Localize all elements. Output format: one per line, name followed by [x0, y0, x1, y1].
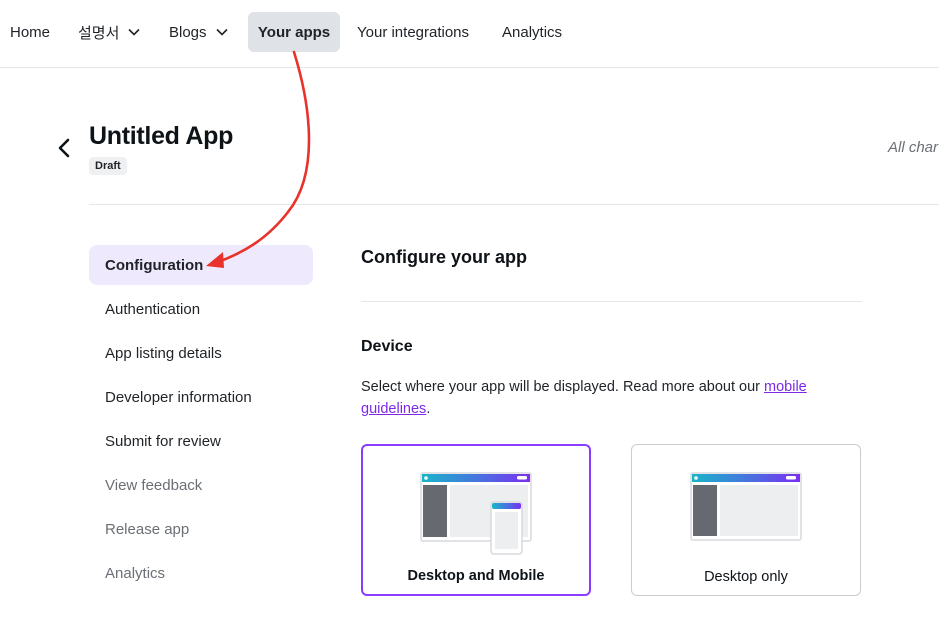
sidebar-item-label: View feedback	[105, 476, 203, 494]
sidebar-item-app-listing-details[interactable]: App listing details	[89, 333, 313, 373]
nav-docs-label: 설명서	[78, 24, 120, 42]
device-heading: Device	[361, 338, 413, 355]
sidebar-item-analytics[interactable]: Analytics	[89, 553, 313, 593]
sidebar-item-label: Developer information	[105, 388, 252, 406]
sidebar-item-view-feedback[interactable]: View feedback	[89, 465, 313, 505]
nav-analytics-label: Analytics	[502, 23, 563, 41]
nav-docs[interactable]: 설명서	[68, 12, 151, 52]
sidebar-item-submit-for-review[interactable]: Submit for review	[89, 421, 313, 461]
sidebar-item-label: Analytics	[105, 564, 166, 582]
top-navigation: Home 설명서 Blogs Your apps Your integratio…	[0, 0, 939, 68]
sidebar-item-release-app[interactable]: Release app	[89, 509, 313, 549]
device-description-text: Select where your app will be displayed.…	[361, 379, 765, 395]
sidebar-item-developer-information[interactable]: Developer information	[89, 377, 313, 417]
sidebar-item-configuration[interactable]: Configuration	[89, 245, 313, 285]
sidebar-item-label: Authentication	[105, 300, 201, 318]
nav-your-apps[interactable]: Your apps	[248, 12, 340, 52]
status-badge: Draft	[89, 157, 127, 175]
device-description: Select where your app will be displayed.…	[361, 376, 861, 420]
section-divider	[361, 301, 862, 302]
nav-home-label: Home	[10, 23, 51, 41]
header-note: All char	[888, 139, 939, 156]
back-arrow-icon[interactable]	[54, 136, 74, 160]
nav-home[interactable]: Home	[0, 12, 60, 52]
device-option-desktop-only[interactable]: Desktop only	[631, 444, 861, 596]
sidebar-item-label: App listing details	[105, 344, 222, 362]
nav-your-integrations[interactable]: Your integrations	[347, 12, 479, 52]
device-description-end: .	[426, 401, 431, 417]
nav-blogs[interactable]: Blogs	[159, 12, 239, 52]
section-title: Configure your app	[361, 247, 527, 267]
sidebar-item-label: Submit for review	[105, 432, 221, 450]
nav-your-apps-label: Your apps	[257, 23, 331, 41]
header-divider	[89, 204, 939, 205]
nav-analytics[interactable]: Analytics	[492, 12, 572, 52]
sidebar-item-authentication[interactable]: Authentication	[89, 289, 313, 329]
chevron-down-icon	[215, 28, 228, 36]
sidebar-item-label: Configuration	[105, 256, 204, 274]
chevron-down-icon	[128, 28, 140, 36]
nav-blogs-label: Blogs	[169, 23, 207, 41]
option-label: Desktop and Mobile	[407, 568, 545, 584]
page-title: Untitled App	[89, 122, 234, 150]
sidebar-item-label: Release app	[105, 520, 190, 538]
device-option-desktop-and-mobile[interactable]: Desktop and Mobile	[361, 444, 591, 596]
option-label: Desktop only	[704, 569, 788, 585]
nav-your-integrations-label: Your integrations	[357, 23, 470, 41]
